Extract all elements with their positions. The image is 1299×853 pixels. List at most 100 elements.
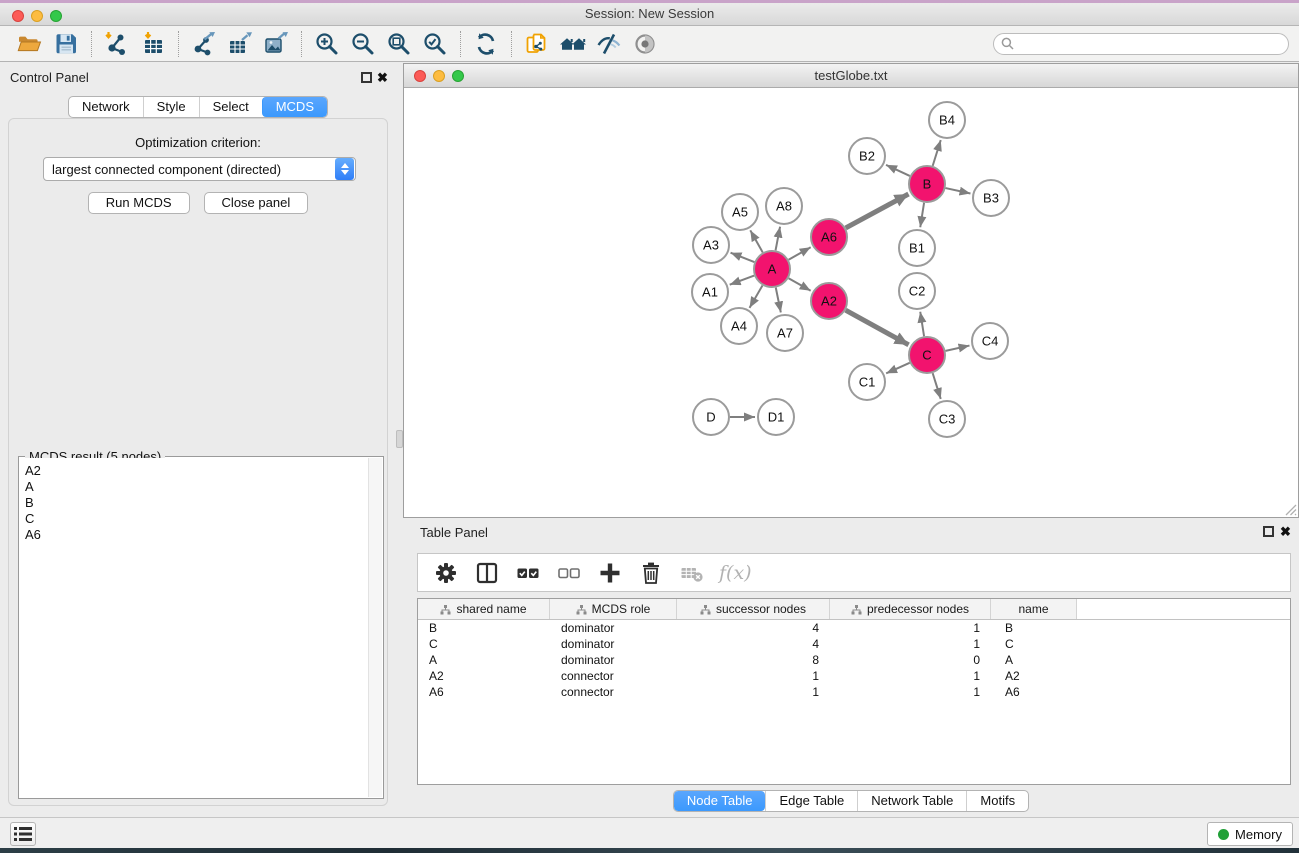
tab-select[interactable]: Select	[199, 97, 262, 117]
zoom-selected-button[interactable]	[417, 29, 453, 59]
edge-A-A4[interactable]	[750, 285, 763, 307]
hide-panels-button[interactable]	[591, 29, 627, 59]
network-canvas[interactable]: AA1A2A3A4A5A6A7A8BB1B2B3B4CC1C2C3C4DD1	[404, 88, 1298, 517]
node-A[interactable]: A	[754, 251, 790, 287]
edge-A-A7[interactable]	[776, 288, 781, 313]
float-panel-icon[interactable]	[361, 72, 372, 83]
import-network-button[interactable]	[99, 29, 135, 59]
minimize-traffic-light[interactable]	[31, 10, 43, 22]
tab-edge-table[interactable]: Edge Table	[765, 791, 857, 811]
node-A8[interactable]: A8	[766, 188, 802, 224]
node-B3[interactable]: B3	[973, 180, 1009, 216]
optimization-criterion-dropdown[interactable]: largest connected component (directed)	[43, 157, 356, 181]
show-details-button[interactable]	[627, 29, 663, 59]
search-input[interactable]	[1019, 36, 1281, 51]
float-panel-icon[interactable]	[1263, 526, 1274, 537]
node-C2[interactable]: C2	[899, 273, 935, 309]
node-A3[interactable]: A3	[693, 227, 729, 263]
close-traffic-light[interactable]	[12, 10, 24, 22]
tab-style[interactable]: Style	[143, 97, 199, 117]
edge-C-C3[interactable]	[933, 373, 941, 399]
clone-network-button[interactable]	[519, 29, 555, 59]
run-mcds-button[interactable]: Run MCDS	[88, 192, 190, 214]
delete-column-button[interactable]	[637, 559, 665, 587]
memory-button[interactable]: Memory	[1207, 822, 1293, 846]
mcds-result-item[interactable]: C	[20, 511, 368, 527]
edge-B-B1[interactable]	[920, 203, 924, 227]
edge-A6-B[interactable]	[846, 194, 909, 228]
column-header-name[interactable]: name	[991, 599, 1077, 619]
close-panel-button[interactable]: Close panel	[204, 192, 309, 214]
select-all-button[interactable]	[514, 559, 542, 587]
tab-node-table[interactable]: Node Table	[674, 791, 766, 811]
edge-A-A2[interactable]	[789, 278, 811, 290]
column-header-mcds-role[interactable]: MCDS role	[550, 599, 677, 619]
add-column-button[interactable]	[596, 559, 624, 587]
column-header-predecessor-nodes[interactable]: predecessor nodes	[830, 599, 991, 619]
tab-motifs[interactable]: Motifs	[966, 791, 1028, 811]
node-A7[interactable]: A7	[767, 315, 803, 351]
table-row[interactable]: Cdominator41C	[418, 636, 1290, 652]
node-B[interactable]: B	[909, 166, 945, 202]
node-A6[interactable]: A6	[811, 219, 847, 255]
close-traffic-light[interactable]	[414, 70, 426, 82]
edge-B-B4[interactable]	[933, 140, 941, 166]
edge-B-B2[interactable]	[886, 165, 910, 176]
vertical-splitter[interactable]	[396, 64, 403, 812]
task-history-button[interactable]	[10, 822, 36, 846]
node-A5[interactable]: A5	[722, 194, 758, 230]
node-C3[interactable]: C3	[929, 401, 965, 437]
node-C4[interactable]: C4	[972, 323, 1008, 359]
table-settings-button[interactable]	[432, 559, 460, 587]
unselect-all-button[interactable]	[555, 559, 583, 587]
split-columns-button[interactable]	[473, 559, 501, 587]
table-row[interactable]: A2connector11A2	[418, 668, 1290, 684]
delete-table-button[interactable]	[678, 559, 706, 587]
node-A1[interactable]: A1	[692, 274, 728, 310]
zoom-traffic-light[interactable]	[452, 70, 464, 82]
close-panel-icon[interactable]: ✖	[377, 72, 388, 83]
refresh-button[interactable]	[468, 29, 504, 59]
table-row[interactable]: A6connector11A6	[418, 684, 1290, 700]
window-resize-grip[interactable]	[1283, 502, 1297, 516]
table-row[interactable]: Bdominator41B	[418, 620, 1290, 636]
dropdown-stepper-icon[interactable]	[335, 158, 354, 180]
tab-mcds[interactable]: MCDS	[262, 97, 327, 117]
import-table-button[interactable]	[135, 29, 171, 59]
tab-network[interactable]: Network	[69, 97, 143, 117]
column-header-successor-nodes[interactable]: successor nodes	[677, 599, 830, 619]
node-C1[interactable]: C1	[849, 364, 885, 400]
zoom-out-button[interactable]	[345, 29, 381, 59]
node-A4[interactable]: A4	[721, 308, 757, 344]
export-image-button[interactable]	[258, 29, 294, 59]
edge-B-B3[interactable]	[946, 188, 971, 193]
mcds-result-item[interactable]: B	[20, 495, 368, 511]
zoom-traffic-light[interactable]	[50, 10, 62, 22]
node-B4[interactable]: B4	[929, 102, 965, 138]
close-panel-icon[interactable]: ✖	[1280, 526, 1291, 537]
search-box[interactable]	[993, 33, 1289, 55]
export-network-button[interactable]	[186, 29, 222, 59]
column-header-shared-name[interactable]: shared name	[418, 599, 550, 619]
zoom-fit-button[interactable]	[381, 29, 417, 59]
edge-A-A3[interactable]	[731, 253, 755, 262]
edge-A-A5[interactable]	[750, 230, 762, 252]
export-table-button[interactable]	[222, 29, 258, 59]
home-button[interactable]	[555, 29, 591, 59]
edge-A-A8[interactable]	[776, 227, 781, 251]
save-session-button[interactable]	[48, 29, 84, 59]
mcds-result-item[interactable]: A6	[20, 527, 368, 543]
mcds-result-item[interactable]: A2	[20, 463, 368, 479]
result-list-scrollbar[interactable]	[368, 458, 382, 797]
edge-C-C4[interactable]	[946, 346, 970, 351]
tab-network-table[interactable]: Network Table	[857, 791, 966, 811]
edge-A-A1[interactable]	[730, 276, 754, 285]
node-A2[interactable]: A2	[811, 283, 847, 319]
mcds-result-item[interactable]: A	[20, 479, 368, 495]
table-row[interactable]: Adominator80A	[418, 652, 1290, 668]
node-D1[interactable]: D1	[758, 399, 794, 435]
splitter-handle[interactable]	[396, 430, 403, 448]
edge-A-A6[interactable]	[789, 247, 811, 259]
node-B1[interactable]: B1	[899, 230, 935, 266]
minimize-traffic-light[interactable]	[433, 70, 445, 82]
